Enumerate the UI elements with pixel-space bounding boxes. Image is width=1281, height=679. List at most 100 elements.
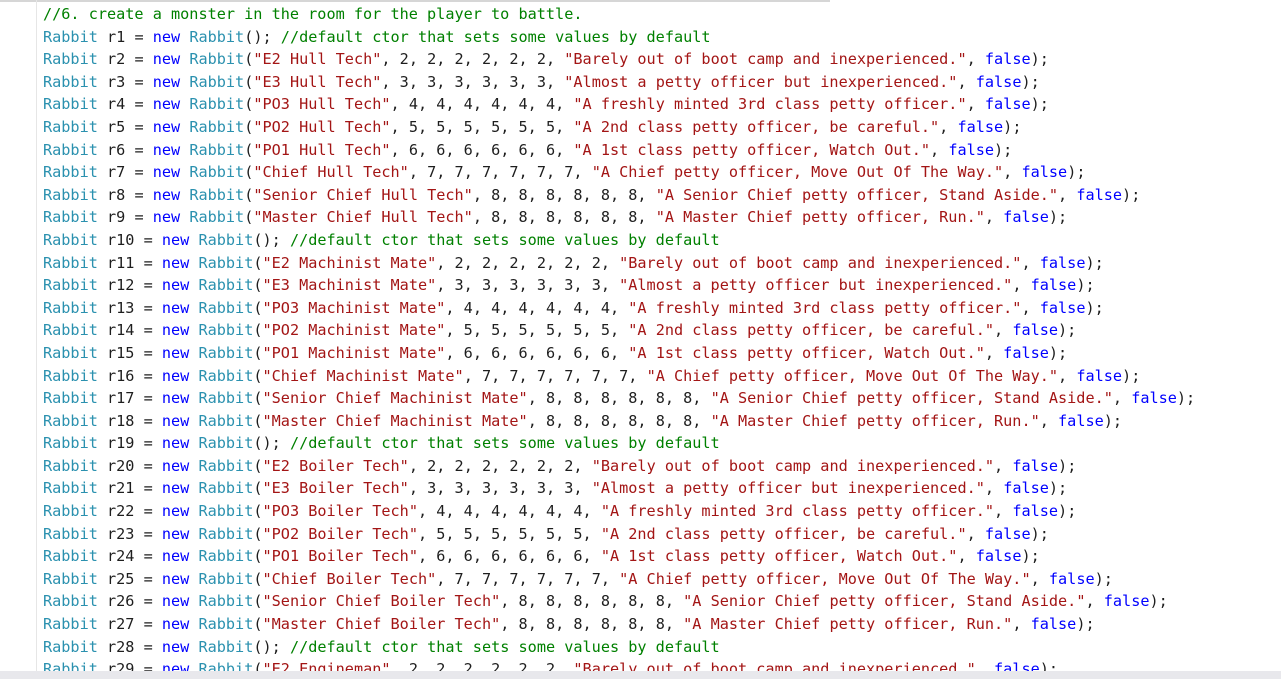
code-line[interactable]: Rabbit r13 = new Rabbit("PO3 Machinist M…: [43, 297, 1195, 320]
code-line[interactable]: Rabbit r12 = new Rabbit("E3 Machinist Ma…: [43, 274, 1195, 297]
code-token: ,: [1058, 185, 1077, 204]
string-token: "A Senior Chief petty officer, Stand Asi…: [710, 389, 1113, 408]
keyword-token: false: [984, 95, 1031, 114]
code-line[interactable]: Rabbit r6 = new Rabbit("PO1 Hull Tech", …: [43, 139, 1195, 162]
code-token: r19 =: [97, 434, 162, 453]
code-token: r4 =: [97, 95, 153, 114]
string-token: "Senior Chief Boiler Tech": [262, 592, 501, 611]
code-line[interactable]: Rabbit r23 = new Rabbit("PO2 Boiler Tech…: [43, 523, 1195, 546]
keyword-token: new: [161, 637, 190, 656]
code-token: r24 =: [97, 547, 162, 566]
code-line[interactable]: Rabbit r20 = new Rabbit("E2 Boiler Tech"…: [43, 455, 1195, 478]
keyword-token: new: [161, 479, 190, 498]
code-line[interactable]: Rabbit r24 = new Rabbit("PO1 Boiler Tech…: [43, 545, 1195, 568]
keyword-token: new: [152, 185, 181, 204]
code-line[interactable]: Rabbit r7 = new Rabbit("Chief Hull Tech"…: [43, 161, 1195, 184]
string-token: "E3 Machinist Mate": [262, 276, 437, 295]
type-token: Rabbit: [198, 456, 254, 475]
string-token: "A Senior Chief petty officer, Stand Asi…: [683, 592, 1086, 611]
keyword-token: new: [161, 547, 190, 566]
code-line[interactable]: Rabbit r19 = new Rabbit(); //default cto…: [43, 432, 1195, 455]
keyword-token: new: [152, 95, 181, 114]
code-token: , 2, 2, 2, 2, 2, 2,: [436, 253, 620, 272]
code-line[interactable]: Rabbit r11 = new Rabbit("E2 Machinist Ma…: [43, 252, 1195, 275]
code-token: );: [1149, 592, 1168, 611]
code-line[interactable]: Rabbit r18 = new Rabbit("Master Chief Ma…: [43, 410, 1195, 433]
type-token: Rabbit: [198, 230, 254, 249]
code-token: , 8, 8, 8, 8, 8, 8,: [472, 185, 656, 204]
code-token: , 7, 7, 7, 7, 7, 7,: [436, 569, 620, 588]
type-token: Rabbit: [43, 615, 98, 634]
string-token: "A 1st class petty officer, Watch Out.": [573, 140, 931, 159]
code-line[interactable]: //6. create a monster in the room for th…: [43, 3, 1195, 26]
code-line[interactable]: Rabbit r26 = new Rabbit("Senior Chief Bo…: [43, 590, 1195, 613]
keyword-token: false: [1003, 479, 1049, 498]
code-line[interactable]: Rabbit r2 = new Rabbit("E2 Hull Tech", 2…: [43, 48, 1195, 71]
code-token: );: [1076, 615, 1095, 634]
code-line[interactable]: Rabbit r17 = new Rabbit("Senior Chief Ma…: [43, 387, 1195, 410]
editor-gutter-guide: [36, 0, 37, 679]
code-token: r17 =: [97, 389, 162, 408]
code-editor[interactable]: //6. create a monster in the room for th…: [0, 0, 1281, 679]
code-line[interactable]: Rabbit r14 = new Rabbit("PO2 Machinist M…: [43, 319, 1195, 342]
code-token: , 6, 6, 6, 6, 6, 6,: [390, 140, 574, 159]
code-token: , 2, 2, 2, 2, 2, 2,: [381, 50, 565, 69]
type-token: Rabbit: [189, 117, 245, 136]
code-token: , 8, 8, 8, 8, 8, 8,: [472, 208, 656, 227]
type-token: Rabbit: [43, 366, 98, 385]
code-token: r6 =: [97, 140, 153, 159]
keyword-token: new: [161, 343, 190, 362]
code-token: ,: [957, 547, 976, 566]
code-token: r1 =: [97, 27, 153, 46]
code-line[interactable]: Rabbit r5 = new Rabbit("PO2 Hull Tech", …: [43, 116, 1195, 139]
code-token: , 5, 5, 5, 5, 5, 5,: [445, 321, 629, 340]
code-line[interactable]: Rabbit r1 = new Rabbit(); //default ctor…: [43, 26, 1195, 49]
type-token: Rabbit: [198, 366, 254, 385]
keyword-token: new: [152, 27, 181, 46]
code-line[interactable]: Rabbit r16 = new Rabbit("Chief Machinist…: [43, 365, 1195, 388]
string-token: "Barely out of boot camp and inexperienc…: [619, 253, 1022, 272]
code-text-area[interactable]: //6. create a monster in the room for th…: [43, 3, 1195, 679]
code-token: r18 =: [97, 411, 162, 430]
keyword-token: new: [161, 230, 190, 249]
code-token: ,: [1012, 615, 1031, 634]
string-token: "Master Chief Boiler Tech": [262, 615, 501, 634]
code-line[interactable]: Rabbit r15 = new Rabbit("PO1 Machinist M…: [43, 342, 1195, 365]
code-token: (: [244, 140, 254, 159]
code-line[interactable]: Rabbit r10 = new Rabbit(); //default cto…: [43, 229, 1195, 252]
type-token: Rabbit: [198, 615, 254, 634]
code-token: (: [253, 479, 263, 498]
type-token: Rabbit: [198, 524, 254, 543]
string-token: "E3 Boiler Tech": [262, 479, 409, 498]
code-token: (: [253, 298, 263, 317]
type-token: Rabbit: [198, 276, 254, 295]
type-token: Rabbit: [189, 185, 245, 204]
code-line[interactable]: Rabbit r27 = new Rabbit("Master Chief Bo…: [43, 613, 1195, 636]
code-line[interactable]: Rabbit r3 = new Rabbit("E3 Hull Tech", 3…: [43, 71, 1195, 94]
code-line[interactable]: Rabbit r25 = new Rabbit("Chief Boiler Te…: [43, 568, 1195, 591]
code-line[interactable]: Rabbit r28 = new Rabbit(); //default cto…: [43, 636, 1195, 659]
code-line[interactable]: Rabbit r8 = new Rabbit("Senior Chief Hul…: [43, 184, 1195, 207]
code-token: );: [994, 140, 1013, 159]
code-token: (: [253, 389, 263, 408]
code-token: ,: [984, 479, 1004, 498]
code-line[interactable]: Rabbit r4 = new Rabbit("PO3 Hull Tech", …: [43, 93, 1195, 116]
keyword-token: new: [161, 434, 190, 453]
code-line[interactable]: Rabbit r22 = new Rabbit("PO3 Boiler Tech…: [43, 500, 1195, 523]
code-token: r20 =: [97, 456, 162, 475]
string-token: "A Master Chief petty officer, Run.": [683, 615, 1013, 634]
code-token: , 5, 5, 5, 5, 5, 5,: [417, 524, 601, 543]
code-token: r9 =: [97, 208, 153, 227]
keyword-token: false: [1076, 185, 1123, 204]
horizontal-scrollbar[interactable]: [0, 671, 1281, 679]
code-line[interactable]: Rabbit r21 = new Rabbit("E3 Boiler Tech"…: [43, 477, 1195, 500]
code-token: ,: [1039, 411, 1059, 430]
type-token: Rabbit: [189, 27, 245, 46]
keyword-token: false: [1048, 569, 1095, 588]
code-line[interactable]: Rabbit r9 = new Rabbit("Master Chief Hul…: [43, 206, 1195, 229]
string-token: "PO2 Machinist Mate": [262, 321, 446, 340]
